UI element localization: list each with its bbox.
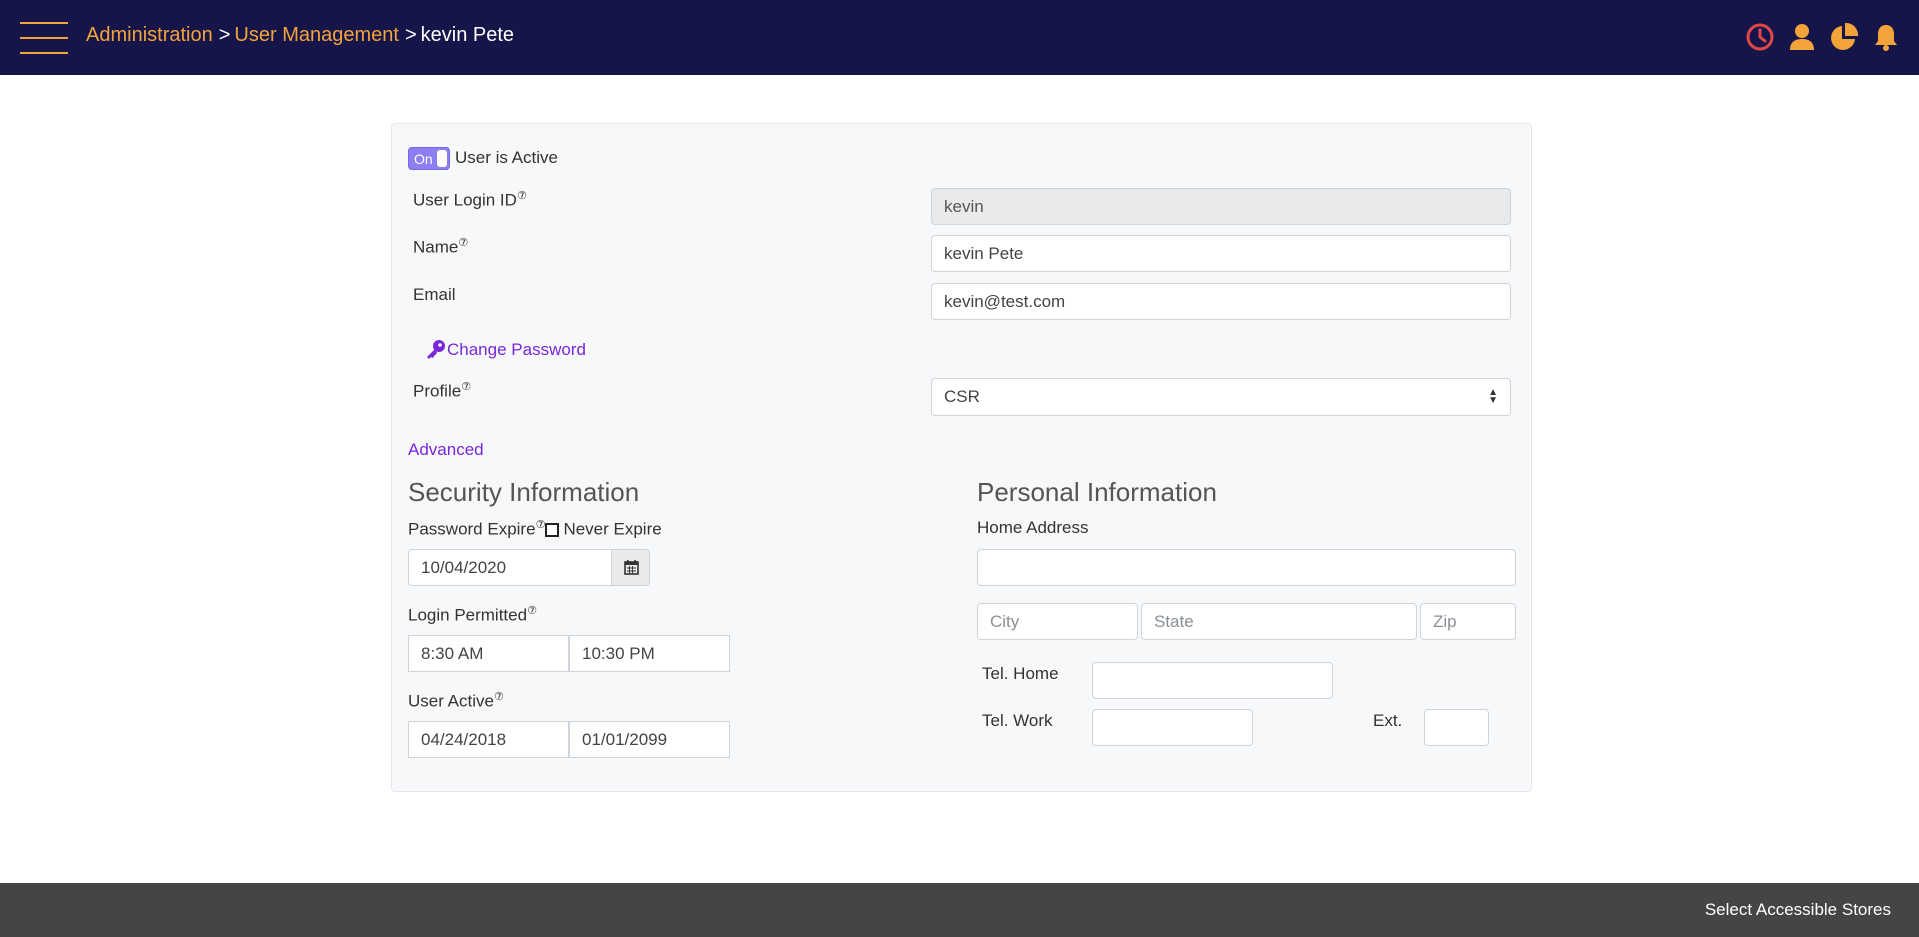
top-bar: Administration > User Management > kevin Pet… bbox=[0, 0, 1919, 75]
user-icon[interactable] bbox=[1787, 22, 1817, 52]
city-input[interactable] bbox=[977, 603, 1138, 640]
key-icon bbox=[427, 340, 445, 359]
password-expire-label: Password Expire⑦ Never Expire bbox=[408, 519, 662, 539]
login-id-field bbox=[931, 188, 1511, 225]
profile-selected-value: CSR bbox=[944, 387, 980, 406]
select-arrows-icon: ▲ ▼ bbox=[1488, 387, 1498, 406]
state-input[interactable] bbox=[1141, 603, 1417, 640]
profile-select[interactable]: CSR ▲ ▼ bbox=[931, 378, 1511, 416]
clock-icon[interactable] bbox=[1745, 22, 1775, 52]
calendar-button[interactable] bbox=[611, 549, 650, 586]
password-expire-date-input[interactable] bbox=[408, 549, 612, 586]
breadcrumb-user-management[interactable]: User Management bbox=[234, 24, 399, 46]
login-to-time-input[interactable] bbox=[569, 635, 730, 672]
login-permitted-label: Login Permitted⑦ bbox=[408, 605, 537, 625]
ext-input[interactable] bbox=[1424, 709, 1489, 746]
tel-work-label: Tel. Work bbox=[982, 711, 1053, 730]
breadcrumb-separator: > bbox=[404, 24, 417, 46]
select-accessible-stores-link[interactable]: Select Accessible Stores bbox=[1705, 900, 1891, 920]
user-is-active-label: User is Active bbox=[455, 148, 558, 167]
help-icon[interactable]: ⑦ bbox=[517, 190, 527, 202]
personal-info-title: Personal Information bbox=[977, 477, 1217, 507]
home-address-label: Home Address bbox=[977, 518, 1089, 537]
never-expire-label: Never Expire bbox=[563, 519, 662, 539]
breadcrumb-administration[interactable]: Administration bbox=[86, 24, 213, 46]
login-id-label: User Login ID⑦ bbox=[413, 190, 527, 210]
profile-label: Profile⑦ bbox=[413, 381, 472, 401]
toggle-state-label: On bbox=[414, 151, 433, 167]
help-icon[interactable]: ⑦ bbox=[527, 605, 537, 617]
footer-bar: Select Accessible Stores bbox=[0, 883, 1919, 937]
help-icon[interactable]: ⑦ bbox=[461, 381, 471, 393]
help-icon[interactable]: ⑦ bbox=[494, 691, 504, 703]
login-from-time-input[interactable] bbox=[408, 635, 569, 672]
ext-label: Ext. bbox=[1373, 711, 1403, 730]
breadcrumb: Administration > User Management > kevin Pet… bbox=[86, 24, 514, 47]
security-info-title: Security Information bbox=[408, 477, 640, 507]
help-icon[interactable]: ⑦ bbox=[458, 237, 468, 249]
email-field[interactable] bbox=[931, 283, 1511, 320]
home-address-input[interactable] bbox=[977, 549, 1516, 586]
tel-home-label: Tel. Home bbox=[982, 664, 1059, 683]
active-to-date-input[interactable] bbox=[569, 721, 730, 758]
help-icon[interactable]: ⑦ bbox=[536, 519, 546, 531]
breadcrumb-current: kevin Pete bbox=[420, 24, 515, 46]
pie-chart-icon[interactable] bbox=[1829, 22, 1859, 52]
name-label: Name⑦ bbox=[413, 237, 469, 257]
change-password-text: Change Password bbox=[447, 340, 586, 359]
active-from-date-input[interactable] bbox=[408, 721, 569, 758]
toggle-knob bbox=[437, 150, 447, 167]
never-expire-checkbox[interactable] bbox=[545, 522, 560, 537]
user-form-card: On User is Active User Login ID⑦ Name⑦ E… bbox=[391, 123, 1532, 792]
tel-work-input[interactable] bbox=[1092, 709, 1253, 746]
profile-select-wrap: CSR ▲ ▼ bbox=[931, 378, 1511, 416]
user-active-label: User Active⑦ bbox=[408, 691, 504, 711]
email-label: Email bbox=[413, 285, 456, 304]
change-password-link[interactable]: Change Password bbox=[425, 339, 586, 361]
name-field[interactable] bbox=[931, 235, 1511, 272]
bell-icon[interactable] bbox=[1871, 22, 1901, 52]
header-icons bbox=[1745, 22, 1901, 52]
calendar-icon bbox=[624, 560, 639, 575]
zip-input[interactable] bbox=[1420, 603, 1516, 640]
user-active-toggle[interactable]: On bbox=[408, 147, 450, 170]
advanced-link[interactable]: Advanced bbox=[408, 440, 484, 460]
menu-icon[interactable] bbox=[20, 20, 68, 56]
breadcrumb-separator: > bbox=[218, 24, 231, 46]
tel-home-input[interactable] bbox=[1092, 662, 1333, 699]
